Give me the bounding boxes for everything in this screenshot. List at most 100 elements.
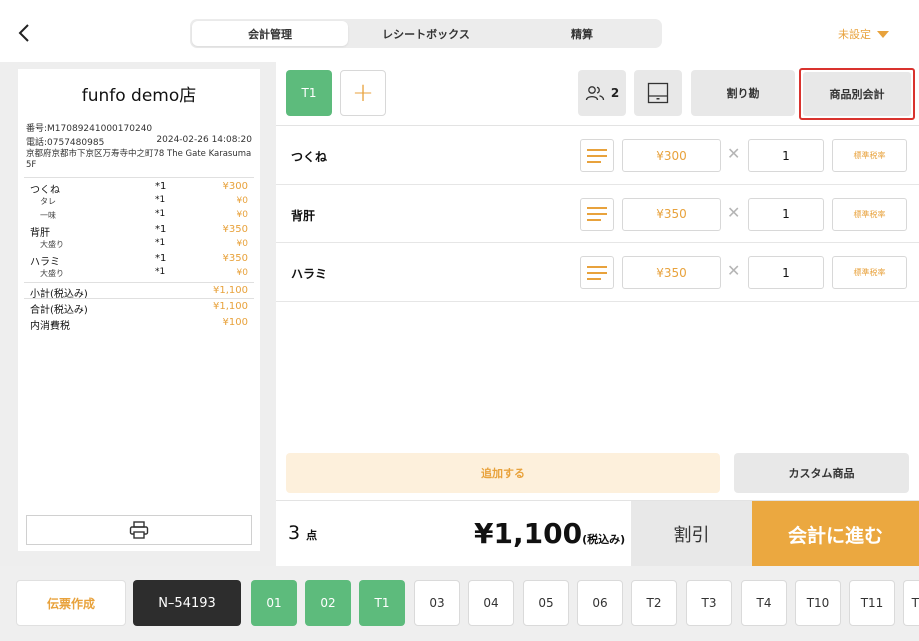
- options-menu-icon[interactable]: [580, 139, 614, 172]
- cash-drawer-button[interactable]: [634, 70, 682, 116]
- receipt-item-qty: *1: [155, 267, 166, 277]
- price-field[interactable]: ¥350: [622, 256, 721, 289]
- receipt-panel: funfo demo店 番号:M17089241000170240 電話:075…: [0, 62, 276, 566]
- cash-drawer-icon: [647, 82, 669, 104]
- create-voucher-button[interactable]: 伝票作成: [16, 580, 126, 626]
- receipt-divider: [24, 177, 254, 178]
- order-number-button[interactable]: N–54193: [133, 580, 241, 626]
- item-count-unit: 点: [306, 529, 318, 542]
- add-item-button[interactable]: 追加する: [286, 453, 720, 493]
- receipt-divider: [24, 298, 254, 299]
- tax-rate-button[interactable]: 標準税率: [832, 139, 907, 172]
- receipt-item-qty: *1: [155, 181, 167, 192]
- total-amount: ¥1,100(税込み): [474, 517, 625, 550]
- table-button[interactable]: T1: [359, 580, 405, 626]
- multiply-icon: ✕: [727, 144, 741, 163]
- split-bill-button[interactable]: 割り勘: [691, 70, 795, 116]
- guest-count-button[interactable]: 2: [578, 70, 626, 116]
- receipt-number: 番号:M17089241000170240: [26, 124, 153, 134]
- receipt-item-price: ¥0: [236, 239, 248, 249]
- proceed-to-checkout-button[interactable]: 会計に進む: [752, 501, 919, 567]
- receipt-item-name: 背肝: [30, 228, 50, 239]
- price-field[interactable]: ¥300: [622, 139, 721, 172]
- receipt-total-label: 合計(税込み): [30, 305, 88, 316]
- receipt-item-price: ¥0: [236, 268, 248, 278]
- current-table-button[interactable]: T1: [286, 70, 332, 116]
- total-bar: 3 点 ¥1,100(税込み) 割引 会計に進む: [276, 500, 919, 567]
- tab-settlement[interactable]: 精算: [504, 21, 660, 46]
- quantity-field[interactable]: 1: [748, 139, 824, 172]
- tab-receipt-box[interactable]: レシートボックス: [348, 21, 504, 46]
- quantity-field[interactable]: 1: [748, 256, 824, 289]
- table-button[interactable]: T2: [631, 580, 677, 626]
- print-button[interactable]: [26, 515, 252, 545]
- multiply-icon: ✕: [727, 261, 741, 280]
- receipt-item-price: ¥0: [236, 210, 248, 220]
- table-button[interactable]: T3: [686, 580, 732, 626]
- order-item-name: つくね: [291, 150, 328, 164]
- receipt-divider: [24, 282, 254, 283]
- per-product-checkout-highlight: 商品別会計: [799, 68, 915, 120]
- receipt-item-option: 大盛り: [40, 240, 64, 249]
- price-field[interactable]: ¥350: [622, 197, 721, 231]
- order-row: 背肝 ¥350 ✕ 1 標準税率: [276, 185, 919, 243]
- table-bar: 伝票作成 N–54193 01 02 T1 03 04 05 06 T2 T3 …: [0, 566, 919, 641]
- tax-rate-button[interactable]: 標準税率: [832, 197, 907, 231]
- receipt-total-value: ¥1,100: [213, 301, 248, 312]
- table-button[interactable]: 03: [414, 580, 460, 626]
- printer-icon: [129, 521, 149, 539]
- receipt-item-name: ハラミ: [30, 257, 60, 268]
- receipt-item-price: ¥300: [222, 181, 248, 192]
- receipt-item-price: ¥350: [222, 253, 248, 264]
- receipt-item-qty: *1: [155, 224, 167, 235]
- per-product-checkout-button[interactable]: 商品別会計: [803, 72, 911, 116]
- table-button[interactable]: T11: [849, 580, 895, 626]
- receipt-torn-edge: [18, 546, 260, 554]
- options-menu-icon[interactable]: [580, 197, 614, 231]
- order-item-name: ハラミ: [291, 267, 328, 281]
- order-row: つくね ¥300 ✕ 1 標準税率: [276, 126, 919, 185]
- table-button-partial[interactable]: T: [903, 580, 919, 626]
- options-menu-icon[interactable]: [580, 256, 614, 289]
- item-count: 3 点: [288, 522, 317, 544]
- tax-rate-button[interactable]: 標準税率: [832, 256, 907, 289]
- receipt-item-option: 大盛り: [40, 269, 64, 278]
- store-selector-label: 未設定: [838, 28, 871, 41]
- receipt-datetime: 2024-02-26 14:08:20: [156, 135, 252, 145]
- order-item-name: 背肝: [291, 208, 316, 223]
- table-button[interactable]: 06: [577, 580, 623, 626]
- receipt-item-price: ¥350: [222, 224, 248, 235]
- add-table-button[interactable]: +: [340, 70, 386, 116]
- receipt-item-name: つくね: [30, 185, 60, 196]
- table-button[interactable]: 01: [251, 580, 297, 626]
- store-selector[interactable]: 未設定: [838, 26, 889, 42]
- receipt-item-price: ¥0: [236, 196, 248, 206]
- custom-product-button[interactable]: カスタム商品: [734, 453, 909, 493]
- table-button[interactable]: 02: [305, 580, 351, 626]
- item-count-value: 3: [288, 522, 301, 544]
- table-button[interactable]: T4: [741, 580, 787, 626]
- order-row: ハラミ ¥350 ✕ 1 標準税率: [276, 243, 919, 302]
- people-icon: [585, 86, 604, 101]
- quantity-field[interactable]: 1: [748, 197, 824, 231]
- order-toolbar: T1 + 2 割り勘 商品別会計: [276, 62, 919, 126]
- table-button[interactable]: T10: [795, 580, 841, 626]
- receipt-item-qty: *1: [155, 209, 166, 219]
- receipt-tax-value: ¥100: [222, 317, 248, 328]
- receipt-tax-label: 内消費税: [30, 321, 70, 332]
- receipt-item-qty: *1: [155, 195, 166, 205]
- tab-accounting[interactable]: 会計管理: [192, 21, 348, 46]
- table-button[interactable]: 04: [468, 580, 514, 626]
- receipt-preview: funfo demo店 番号:M17089241000170240 電話:075…: [18, 69, 260, 551]
- multiply-icon: ✕: [727, 202, 741, 222]
- receipt-item-option: 一味: [40, 211, 56, 220]
- discount-button[interactable]: 割引: [631, 501, 752, 567]
- back-chevron-icon[interactable]: [14, 20, 36, 46]
- total-amount-value: ¥1,100: [474, 517, 583, 550]
- total-amount-suffix: (税込み): [582, 533, 626, 546]
- guest-count: 2: [610, 86, 620, 100]
- receipt-item-qty: *1: [155, 253, 167, 264]
- table-button[interactable]: 05: [523, 580, 569, 626]
- top-bar: 会計管理 レシートボックス 精算 未設定: [0, 0, 919, 62]
- shop-name: funfo demo店: [81, 86, 197, 106]
